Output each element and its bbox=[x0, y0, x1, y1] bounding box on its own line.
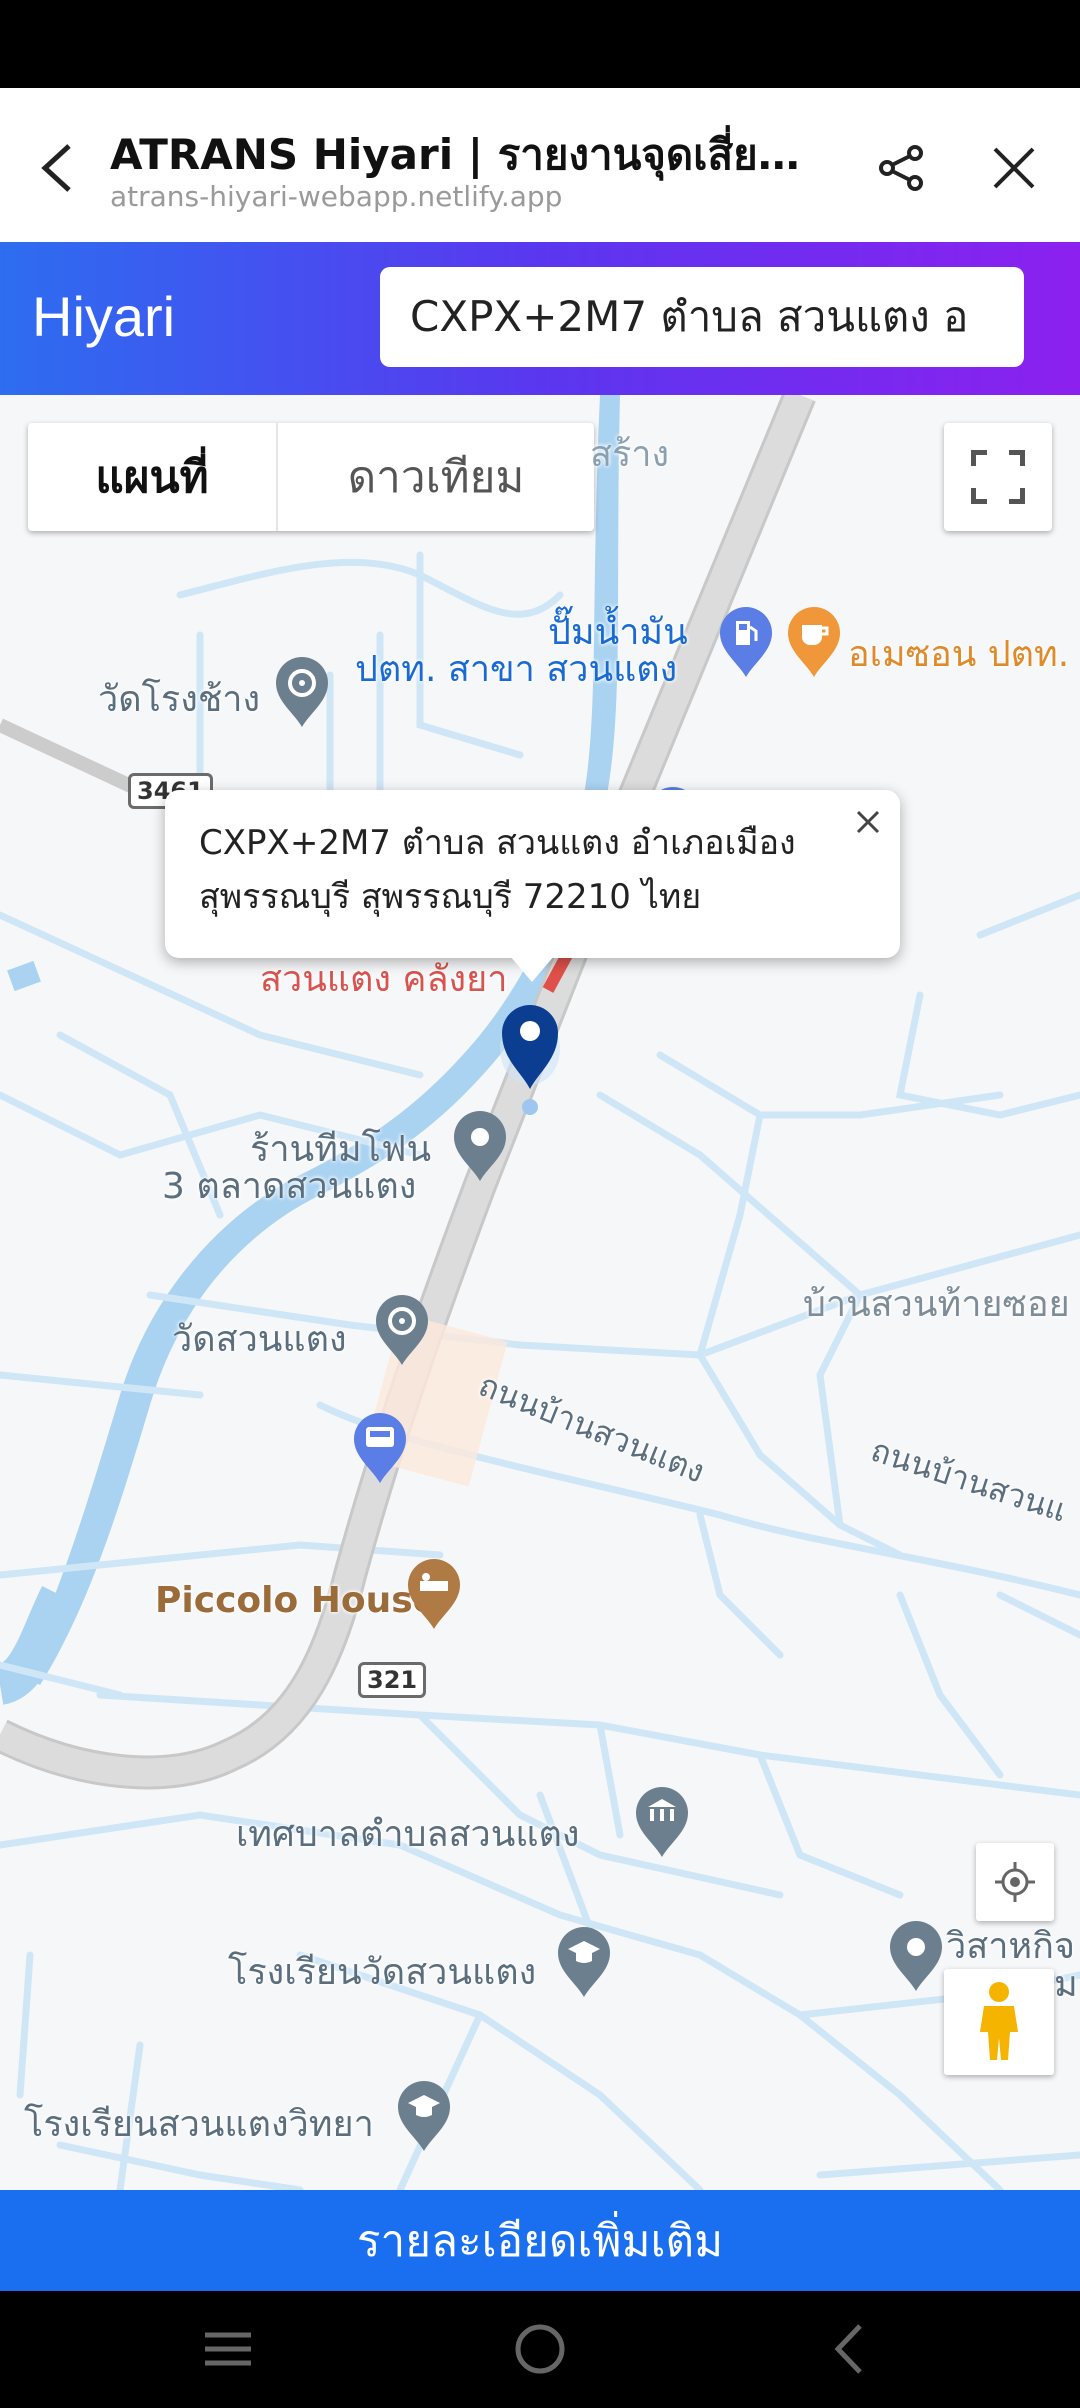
map-type-control: แผนที่ ดาวเทียม bbox=[28, 423, 594, 531]
recent-apps-button[interactable] bbox=[168, 2311, 288, 2387]
map-pin-icon[interactable] bbox=[452, 1111, 508, 1183]
page-url: atrans-hiyari-webapp.netlify.app bbox=[110, 180, 563, 213]
home-button[interactable] bbox=[480, 2311, 600, 2387]
fullscreen-button[interactable] bbox=[944, 423, 1052, 531]
map-label-cut: สวนแตง คลังยา bbox=[260, 959, 508, 1000]
info-window-address-line1: CXPX+2M7 ตำบล สวนแตง อำเภอเมือง bbox=[199, 823, 796, 863]
location-marker-icon[interactable] bbox=[494, 989, 566, 1119]
search-input[interactable]: CXPX+2M7 ตำบล สวนแตง อ bbox=[380, 267, 1024, 367]
government-icon[interactable] bbox=[634, 1787, 690, 1859]
map-view[interactable]: แผนที่ ดาวเทียม สร้าง ปั๊มน้ำมัน ปตท. สา… bbox=[0, 395, 1080, 2190]
map-pin-icon[interactable] bbox=[888, 1921, 944, 1993]
map-label: สร้าง bbox=[590, 434, 670, 475]
chevron-left-icon bbox=[41, 144, 71, 192]
close-button[interactable] bbox=[972, 126, 1056, 210]
system-back-button[interactable] bbox=[790, 2311, 910, 2387]
info-window-tail bbox=[510, 956, 554, 982]
share-icon bbox=[879, 145, 923, 191]
system-nav-bar bbox=[0, 2291, 1080, 2408]
fullscreen-icon bbox=[971, 450, 1025, 504]
page-title: ATRANS Hiyari | รายงานจุดเสี่ยงใ... bbox=[110, 130, 810, 179]
map-label: ม bbox=[1054, 1964, 1078, 2005]
chevron-left-icon bbox=[834, 2324, 862, 2374]
map-label-temple-suantaeng[interactable]: วัดสวนแตง bbox=[172, 1310, 347, 1367]
school-icon[interactable] bbox=[396, 2081, 452, 2153]
temple-icon[interactable] bbox=[374, 1295, 430, 1367]
map-label-market[interactable]: 3 ตลาดสวนแตง bbox=[162, 1157, 416, 1214]
info-window-close-button[interactable] bbox=[846, 800, 890, 844]
back-button[interactable] bbox=[22, 128, 92, 208]
browser-toolbar: ATRANS Hiyari | รายงานจุดเสี่ยงใ... atra… bbox=[0, 88, 1080, 242]
map-label-school[interactable]: โรงเรียนวัดสวนแตง bbox=[228, 1943, 536, 2000]
route-shield: 321 bbox=[358, 1662, 427, 1698]
app-brand: Hiyari bbox=[32, 285, 176, 348]
info-window-address-line2: สุพรรณบุรี สุพรรณบุรี 72210 ไทย bbox=[199, 877, 702, 917]
status-bar bbox=[0, 0, 1080, 88]
map-type-map-button[interactable]: แผนที่ bbox=[28, 423, 276, 531]
map-label-gas-station-branch[interactable]: ปตท. สาขา สวนแตง bbox=[355, 640, 677, 697]
school-icon[interactable] bbox=[556, 1927, 612, 1999]
bus-stop-icon[interactable] bbox=[352, 1413, 408, 1485]
map-label-village: บ้านสวนท้ายซอย bbox=[803, 1284, 1070, 1325]
temple-icon[interactable] bbox=[274, 657, 330, 729]
menu-icon bbox=[205, 2332, 251, 2366]
gas-station-icon[interactable] bbox=[718, 607, 774, 679]
close-icon bbox=[993, 147, 1035, 189]
app-header: Hiyari CXPX+2M7 ตำบล สวนแตง อ bbox=[0, 242, 1080, 395]
map-info-window: CXPX+2M7 ตำบล สวนแตง อำเภอเมือง สุพรรณบุ… bbox=[165, 790, 900, 982]
map-label-school[interactable]: โรงเรียนสวนแตงวิทยา bbox=[24, 2095, 374, 2152]
map-label-cafe[interactable]: อเมซอน ปตท. bbox=[848, 625, 1069, 682]
more-details-button[interactable]: รายละเอียดเพิ่มเติม bbox=[0, 2190, 1080, 2291]
map-label-temple-rongchang[interactable]: วัดโรงช้าง bbox=[98, 670, 260, 727]
map-label-municipality[interactable]: เทศบาลตำบลสวนแตง bbox=[236, 1805, 579, 1862]
cafe-icon[interactable] bbox=[786, 607, 842, 679]
hotel-icon[interactable] bbox=[406, 1559, 462, 1631]
crosshair-icon bbox=[995, 1862, 1035, 1902]
map-type-satellite-button[interactable]: ดาวเทียม bbox=[276, 423, 594, 531]
map-label-piccolo-house[interactable]: Piccolo House bbox=[155, 1580, 437, 1621]
home-circle-icon bbox=[515, 2324, 565, 2374]
share-button[interactable] bbox=[860, 126, 944, 210]
close-icon bbox=[856, 810, 880, 834]
pegman-icon bbox=[980, 1982, 1018, 2060]
street-view-pegman-button[interactable] bbox=[944, 1969, 1054, 2075]
my-location-button[interactable] bbox=[976, 1843, 1054, 1921]
